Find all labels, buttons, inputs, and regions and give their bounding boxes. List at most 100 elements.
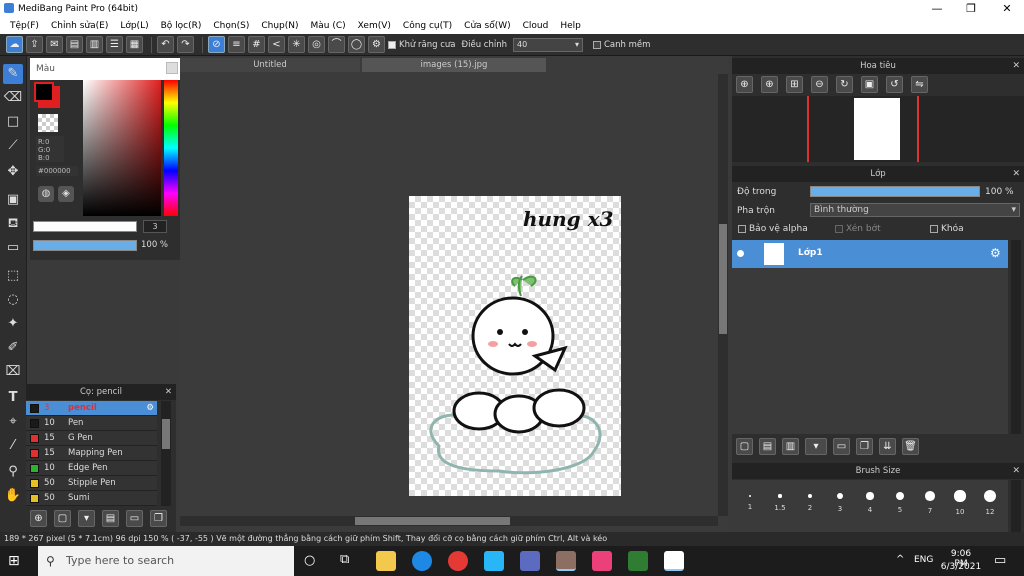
antialias-checkbox[interactable] [388, 40, 396, 49]
menu-window[interactable]: Cửa sổ(W) [458, 21, 516, 31]
clock-date[interactable]: 6/3/2021 [940, 562, 982, 572]
horizontal-scrollbar[interactable] [180, 516, 718, 526]
trash-icon[interactable]: 🗑 [902, 438, 919, 455]
transparent-swatch[interactable] [38, 114, 58, 132]
tab-untitled[interactable]: Untitled [180, 58, 360, 72]
hue-slider[interactable] [164, 80, 178, 216]
brush-scrollbar[interactable] [161, 401, 171, 506]
menu-select[interactable]: Chọn(S) [207, 21, 255, 31]
brush-tool-icon[interactable]: ✎ [3, 64, 23, 84]
lock-toggle[interactable]: Khóa [930, 224, 964, 234]
gear-icon[interactable]: ⚙ [146, 401, 154, 416]
protect-alpha-checkbox[interactable] [738, 225, 746, 233]
antialias-toggle[interactable]: Khử răng cưa [388, 40, 456, 50]
layer-scrollbar[interactable] [1011, 240, 1021, 434]
brush-size-cell[interactable]: 7 [916, 482, 944, 530]
cortana-icon[interactable]: ○ [304, 553, 315, 568]
brush-size-cell[interactable]: 3 [826, 482, 854, 530]
language-indicator[interactable]: ENG [914, 555, 933, 565]
fill-rect-tool-icon[interactable]: ▣ [3, 190, 23, 210]
dropper-tool-icon[interactable]: ⁄ [3, 436, 23, 456]
document-icon[interactable]: ▥ [86, 36, 103, 53]
cloud-icon[interactable]: ☁ [6, 36, 23, 53]
canvas-area[interactable]: Untitled images (15).jpg hung x3 [180, 56, 728, 532]
tray-chevron-icon[interactable]: ^ [896, 554, 904, 565]
new-halftone-layer-icon[interactable]: ▤ [759, 438, 776, 455]
comment-icon[interactable]: ✉ [46, 36, 63, 53]
brush-size-cell[interactable]: 10 [946, 482, 974, 530]
close-icon[interactable]: ✕ [1012, 58, 1020, 74]
menu-color[interactable]: Màu (C) [305, 21, 352, 31]
vertical-scrollbar[interactable] [718, 74, 728, 516]
windows-start-icon[interactable]: ⊞ [8, 553, 24, 569]
clip-toggle[interactable]: Xén bớt [835, 224, 881, 234]
store-icon[interactable] [520, 551, 540, 571]
menu-file[interactable]: Tệp(F) [4, 21, 45, 31]
brush-size-cell[interactable]: 5 [886, 482, 914, 530]
palette-icon[interactable]: ◍ [38, 186, 54, 202]
menu-snap[interactable]: Chụp(N) [255, 21, 304, 31]
grid-icon[interactable]: ▦ [126, 36, 143, 53]
brush-size-scrollbar[interactable] [1011, 480, 1021, 532]
brush-row[interactable]: 50 Sumi [26, 491, 157, 506]
snap-soft-toggle[interactable]: Canh mềm [592, 40, 650, 50]
ellipse-snap-icon[interactable]: ◯ [348, 36, 365, 53]
bucket-tool-icon[interactable]: ⛾ [3, 214, 23, 234]
edge-icon[interactable] [412, 551, 432, 571]
taskbar-search[interactable]: ⚲ Type here to search [38, 546, 294, 576]
brush-size-cell[interactable]: 2 [796, 482, 824, 530]
redo-icon[interactable]: ↷ [177, 36, 194, 53]
scroll-thumb[interactable] [355, 517, 510, 525]
brush-row[interactable]: 15 Mapping Pen [26, 446, 157, 461]
snap-soft-checkbox[interactable] [592, 40, 601, 49]
share-icon[interactable]: ⇪ [26, 36, 43, 53]
lasso-icon[interactable]: ◌ [3, 290, 23, 310]
tab-image[interactable]: images (15).jpg [362, 58, 546, 72]
clip-checkbox[interactable] [835, 225, 843, 233]
protect-alpha-toggle[interactable]: Bảo vệ alpha [738, 224, 808, 234]
add-brush-icon[interactable]: ⊕ [30, 510, 47, 527]
select-eraser-icon[interactable]: ⌧ [3, 362, 23, 382]
snap-off-icon[interactable]: ⊘ [208, 36, 225, 53]
undo-icon[interactable]: ↶ [157, 36, 174, 53]
excel-icon[interactable] [628, 551, 648, 571]
document-canvas[interactable]: hung x3 [409, 196, 621, 496]
brush-size-cell[interactable]: 4 [856, 482, 884, 530]
menu-cloud[interactable]: Cloud [517, 21, 555, 31]
eye-icon[interactable] [737, 250, 744, 257]
divide-tool-icon[interactable]: ⌖ [3, 412, 23, 432]
saturation-value-picker[interactable] [83, 80, 161, 216]
rotate-left-icon[interactable]: ↺ [886, 76, 903, 93]
close-icon[interactable]: ✕ [1012, 463, 1020, 479]
app-icon[interactable] [592, 551, 612, 571]
scroll-thumb[interactable] [162, 419, 170, 449]
merge-layer-icon[interactable]: ⇊ [879, 438, 896, 455]
task-view-icon[interactable]: ⧉ [340, 552, 349, 567]
mail-icon[interactable] [484, 551, 504, 571]
eraser-tool-icon[interactable]: ⌫ [3, 88, 23, 108]
navigator-preview[interactable] [732, 96, 1024, 162]
brush-row[interactable]: 10 Pen [26, 416, 157, 431]
new-8bit-layer-icon[interactable]: ▥ [782, 438, 799, 455]
medibang-icon[interactable] [664, 551, 684, 571]
minimize-icon[interactable]: — [920, 0, 954, 17]
eyedropper-icon[interactable]: ⚲ [3, 462, 23, 482]
brush-size-cell[interactable]: 1.5 [766, 482, 794, 530]
chrome-icon[interactable] [448, 551, 468, 571]
brush-size-value[interactable]: 3 [143, 220, 167, 233]
hand-tool-icon[interactable]: ✋ [3, 486, 23, 506]
line-tool-icon[interactable]: ⟋ [3, 136, 23, 156]
new-brush-icon[interactable]: ▢ [54, 510, 71, 527]
duplicate-icon[interactable]: ❐ [150, 510, 167, 527]
cross-snap-icon[interactable]: # [248, 36, 265, 53]
lock-checkbox[interactable] [930, 225, 938, 233]
menu-view[interactable]: Xem(V) [352, 21, 397, 31]
gradient-tool-icon[interactable]: ▭ [3, 238, 23, 258]
circle-snap-icon[interactable]: ◎ [308, 36, 325, 53]
select-rect-icon[interactable]: ⬚ [3, 266, 23, 286]
actual-size-icon[interactable]: ▣ [861, 76, 878, 93]
scroll-thumb[interactable] [719, 224, 727, 334]
rotate-icon[interactable]: ↻ [836, 76, 853, 93]
hex-field[interactable]: #000000 [36, 166, 78, 176]
menu-help[interactable]: Help [554, 21, 587, 31]
